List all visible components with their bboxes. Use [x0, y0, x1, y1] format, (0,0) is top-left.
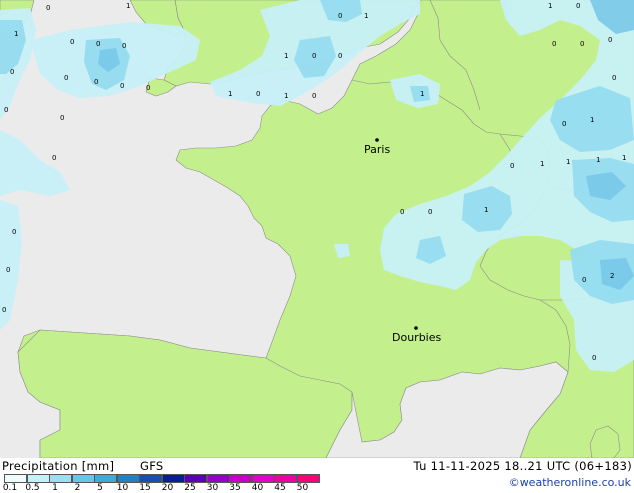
precip-value: 0: [2, 306, 6, 314]
precip-value: 1: [622, 154, 626, 162]
color-scale-segment: [71, 474, 95, 483]
color-scale-tick: 15: [139, 483, 151, 493]
precip-value: 1: [126, 2, 130, 10]
precip-value: 0: [562, 120, 566, 128]
precip-value: 2: [610, 272, 614, 280]
precip-value: 0: [46, 4, 50, 12]
precip-value: 0: [582, 276, 586, 284]
precip-value: 0: [52, 154, 56, 162]
color-scale-segment: [94, 474, 117, 483]
color-scale-tick: 2: [74, 483, 81, 493]
precip-value: 0: [122, 42, 126, 50]
precip-value: 1: [14, 30, 18, 38]
precip-value: 0: [256, 90, 260, 98]
precip-value: 0: [576, 2, 580, 10]
precip-value: 0: [592, 354, 596, 362]
color-scale-tick: 45: [274, 483, 286, 493]
color-scale-tick: 20: [161, 483, 174, 493]
color-scale-segment: [206, 474, 230, 483]
model-name: GFS: [140, 459, 164, 473]
precip-value: 1: [548, 2, 552, 10]
precip-value: 0: [70, 38, 74, 46]
color-scale-segment: [139, 474, 162, 483]
valid-time: Tu 11-11-2025 18..21 UTC (06+183): [413, 459, 632, 473]
credit-link[interactable]: ©weatheronline.co.uk: [509, 476, 631, 489]
precip-value: 1: [228, 90, 232, 98]
color-scale-tick: 50: [296, 483, 309, 493]
color-scale-tick: 5: [97, 483, 103, 493]
precip-value: 0: [400, 208, 404, 216]
color-scale-tick: 25: [184, 483, 196, 493]
color-scale-tick: 40: [251, 483, 264, 493]
color-scale-tick: 1: [52, 483, 58, 493]
color-scale-tick: 35: [229, 483, 241, 493]
precip-value: 1: [566, 158, 570, 166]
legend-title: Precipitation [mm]: [2, 459, 115, 473]
precip-value: 0: [146, 84, 150, 92]
color-scale-segment: [251, 474, 275, 483]
precip-value: 1: [284, 52, 288, 60]
color-scale-segment: [229, 474, 252, 483]
legend-footer: Precipitation [mm] GFS Tu 11-11-2025 18.…: [0, 458, 634, 493]
precip-value: 1: [284, 92, 288, 100]
precip-value: 0: [10, 68, 14, 76]
precip-value: 0: [612, 74, 616, 82]
precip-value: 0: [312, 92, 316, 100]
precip-value: 1: [596, 156, 600, 164]
precip-value: 1: [364, 12, 368, 20]
color-scale-segment: [26, 474, 50, 483]
color-scale-segment: [49, 474, 72, 483]
precip-value: 0: [510, 162, 514, 170]
color-scale-tick: 30: [206, 483, 219, 493]
precip-value: 0: [4, 106, 8, 114]
city-dot-paris: [375, 138, 379, 142]
color-scale-tick: 10: [116, 483, 129, 493]
city-dot-dourbies: [414, 326, 418, 330]
color-scale: [4, 474, 332, 483]
precip-value: 0: [608, 36, 612, 44]
precipitation-map: 1 0 0 0 0 0 0 0 0 0 0 0 0 0 0 0 1 0 1 1 …: [0, 0, 634, 458]
precip-value: 1: [540, 160, 544, 168]
color-scale-segment: [296, 474, 320, 483]
color-scale-segment: [4, 474, 27, 483]
precip-value: 0: [94, 78, 98, 86]
color-scale-tick: 0.5: [25, 483, 40, 493]
precip-value: 0: [120, 82, 124, 90]
precip-value: 1: [484, 206, 488, 214]
city-label-dourbies: Dourbies: [392, 331, 442, 344]
city-label-paris: Paris: [364, 143, 390, 156]
color-scale-segment: [161, 474, 185, 483]
precip-value: 1: [590, 116, 594, 124]
color-scale-segment: [184, 474, 207, 483]
precip-value: 0: [96, 40, 100, 48]
precip-value: 0: [338, 12, 342, 20]
precip-value: 0: [428, 208, 432, 216]
precip-value: 0: [6, 266, 10, 274]
precip-value: 0: [580, 40, 584, 48]
precip-value: 0: [338, 52, 342, 60]
precip-value: 1: [420, 90, 424, 98]
color-scale-segment: [274, 474, 297, 483]
precip-value: 0: [64, 74, 68, 82]
color-scale-tick: 0.1: [2, 483, 18, 493]
precip-value: 0: [60, 114, 64, 122]
precip-value: 0: [552, 40, 556, 48]
precip-value: 0: [312, 52, 316, 60]
color-scale-segment: [116, 474, 140, 483]
precip-value: 0: [12, 228, 16, 236]
